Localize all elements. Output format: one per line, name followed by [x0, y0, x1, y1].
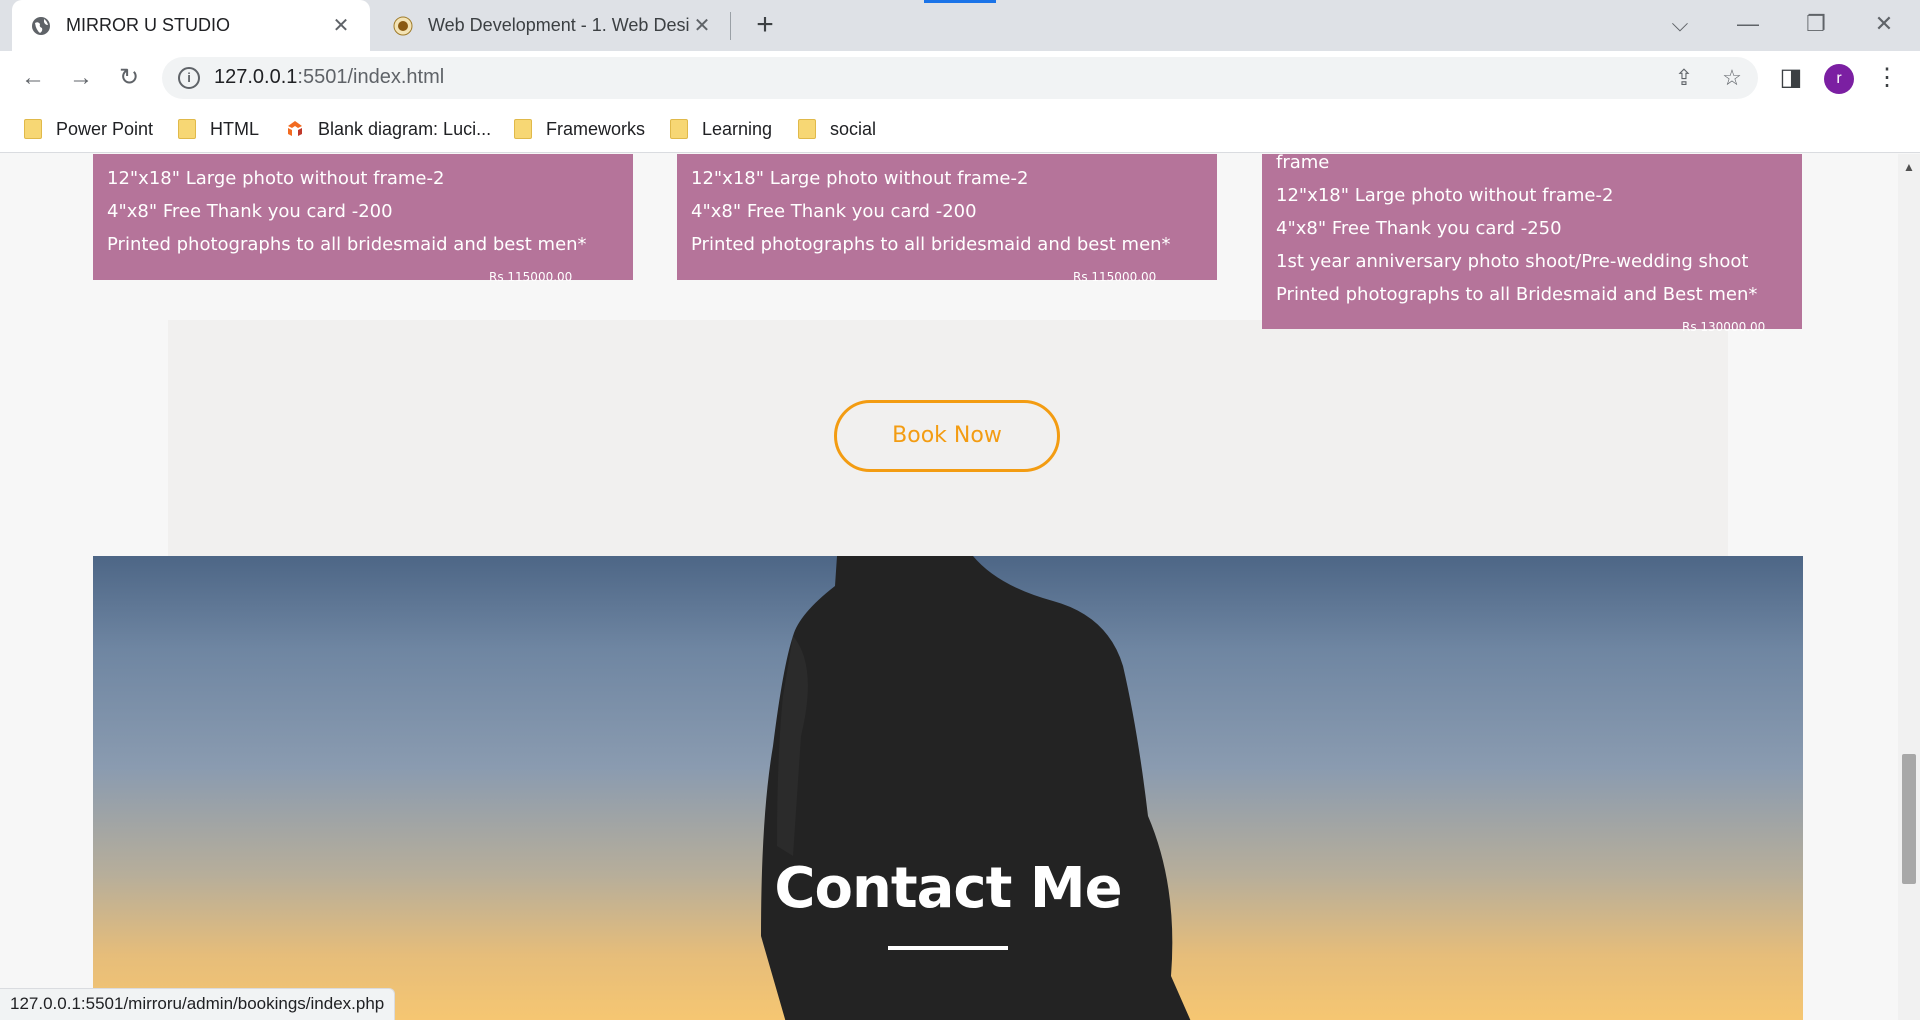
address-bar[interactable]: i 127.0.0.1:5501/index.html ⇪ ☆ [162, 57, 1758, 99]
profile-avatar[interactable]: r [1824, 64, 1854, 94]
tab-title: MIRROR U STUDIO [66, 15, 230, 35]
bookmark-power-point[interactable]: Power Point [24, 115, 153, 143]
side-panel-icon[interactable]: ◨ [1774, 61, 1808, 95]
bookmark-lucidchart[interactable]: Blank diagram: Luci... [284, 115, 491, 143]
package-price: Rs 130000.00 [1682, 320, 1766, 334]
package-feature: Printed photographs to all bridesmaid an… [691, 234, 1171, 255]
folder-icon [178, 119, 196, 139]
close-window-button[interactable]: ✕ [1866, 6, 1902, 42]
bookmark-social[interactable]: social [798, 115, 876, 143]
folder-icon [670, 119, 688, 139]
restore-button[interactable]: ❐ [1798, 6, 1834, 42]
lucidchart-icon [284, 118, 306, 140]
tab-search-icon[interactable]: ⌵ [1662, 6, 1698, 42]
folder-icon [24, 119, 42, 139]
package-feature: 4"x8" Free Thank you card -200 [691, 201, 977, 222]
menu-kebab-icon[interactable]: ⋮ [1870, 61, 1904, 95]
bookmark-html[interactable]: HTML [178, 115, 259, 143]
site-info-icon[interactable]: i [178, 67, 200, 89]
close-tab-icon[interactable]: ✕ [330, 15, 352, 37]
package-feature: 4"x8" Free Thank you card -250 [1276, 218, 1562, 239]
package-price: Rs 115000.00 [489, 270, 573, 284]
heading-underline [888, 946, 1008, 950]
reload-button[interactable]: ↻ [112, 61, 146, 95]
folder-icon [514, 119, 532, 139]
package-price: Rs 115000.00 [1073, 270, 1157, 284]
tab-web-development[interactable]: Web Development - 1. Web Desi ✕ [382, 0, 727, 51]
person-silhouette [761, 556, 1191, 1020]
package-card: 12"x18" Large photo without frame-2 4"x8… [677, 154, 1217, 284]
close-tab-icon[interactable]: ✕ [691, 15, 713, 37]
bookmark-star-icon[interactable]: ☆ [1718, 64, 1746, 92]
page-scrollbar[interactable]: ▲ [1898, 154, 1920, 1020]
scroll-up-icon[interactable]: ▲ [1898, 160, 1920, 174]
new-tab-button[interactable]: + [748, 8, 782, 42]
package-feature: 12"x18" Large photo without frame-2 [107, 168, 445, 189]
bookmark-label: HTML [210, 118, 259, 139]
package-feature: Printed photographs to all bridesmaid an… [107, 234, 587, 255]
scrollbar-thumb[interactable] [1902, 754, 1916, 884]
bookmark-frameworks[interactable]: Frameworks [514, 115, 645, 143]
package-feature: 4"x8" Free Thank you card -200 [107, 201, 393, 222]
tab-title: Web Development - 1. Web Desi [428, 15, 690, 35]
minimize-button[interactable]: — [1730, 6, 1766, 42]
tab-divider [730, 12, 731, 40]
page-viewport: 12"x18" Large photo without frame-2 4"x8… [0, 154, 1898, 1020]
bookmark-label: social [830, 118, 877, 139]
bookmark-label: Power Point [56, 118, 154, 139]
bookmark-learning[interactable]: Learning [670, 115, 772, 143]
package-feature: frame [1276, 154, 1330, 173]
contact-heading: Contact Me [774, 856, 1122, 921]
bookmark-label: Frameworks [546, 118, 646, 139]
package-card: frame 12"x18" Large photo without frame-… [1262, 154, 1802, 334]
contact-section: Contact Me [93, 556, 1803, 1020]
loading-indicator [924, 0, 996, 3]
url-text: 127.0.0.1:5501/index.html [214, 66, 445, 88]
bookmark-label: Blank diagram: Luci... [318, 118, 492, 139]
bookmark-label: Learning [702, 118, 773, 139]
browser-toolbar: ← → ↻ i 127.0.0.1:5501/index.html ⇪ ☆ ◨ … [0, 51, 1920, 105]
package-card: 12"x18" Large photo without frame-2 4"x8… [93, 154, 633, 284]
folder-icon [798, 119, 816, 139]
package-feature: Printed photographs to all Bridesmaid an… [1276, 284, 1758, 305]
package-feature: 12"x18" Large photo without frame-2 [691, 168, 1029, 189]
globe-icon [30, 15, 52, 37]
forward-button[interactable]: → [64, 61, 98, 95]
package-feature: 1st year anniversary photo shoot/Pre-wed… [1276, 251, 1749, 272]
package-feature: 12"x18" Large photo without frame-2 [1276, 185, 1614, 206]
tab-mirror-u-studio[interactable]: MIRROR U STUDIO ✕ [12, 0, 370, 51]
bookmarks-bar: Power Point HTML Blank diagram: Luci... … [0, 105, 1920, 153]
share-icon[interactable]: ⇪ [1670, 64, 1698, 92]
tab-strip: MIRROR U STUDIO ✕ Web Development - 1. W… [0, 0, 1920, 51]
site-logo-icon [392, 15, 414, 37]
back-button[interactable]: ← [16, 61, 50, 95]
status-bar-url: 127.0.0.1:5501/mirroru/admin/bookings/in… [0, 988, 396, 1020]
book-now-button[interactable]: Book Now [834, 400, 1060, 472]
